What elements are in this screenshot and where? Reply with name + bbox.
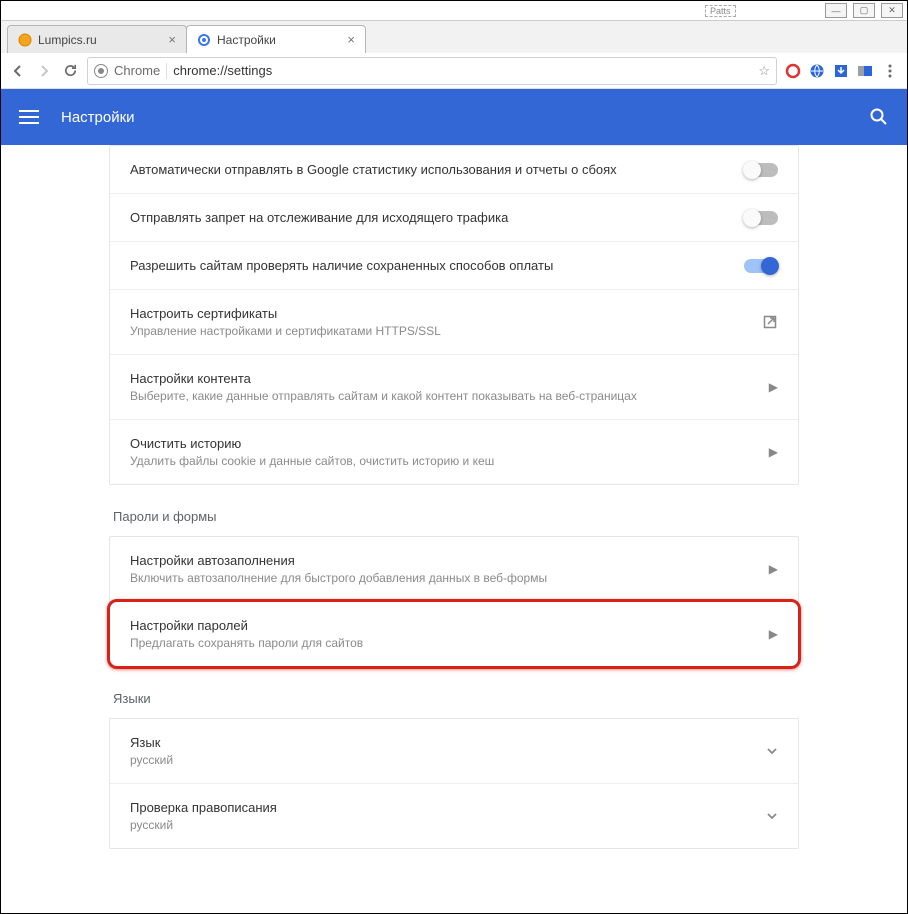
row-title: Настроить сертификаты: [130, 306, 762, 321]
hamburger-menu-icon[interactable]: [19, 110, 39, 124]
close-window-button[interactable]: ✕: [881, 3, 903, 18]
tab-label: Lumpics.ru: [38, 33, 97, 47]
gear-favicon: [197, 33, 211, 47]
omnibox-separator: [166, 63, 167, 79]
row-clear-history[interactable]: Очистить историю Удалить файлы cookie и …: [110, 420, 798, 484]
row-title: Автоматически отправлять в Google статис…: [130, 162, 744, 177]
chevron-right-icon: ▶: [769, 445, 778, 459]
chevron-down-icon: [766, 810, 778, 822]
row-subtitle: русский: [130, 818, 766, 832]
extension-translate-icon[interactable]: [857, 63, 873, 79]
row-autofill[interactable]: Настройки автозаполнения Включить автоза…: [110, 537, 798, 602]
orange-favicon: [18, 33, 32, 47]
section-passwords: Пароли и формы: [113, 509, 799, 524]
os-titlebar: Patts — ▢ ✕: [1, 1, 907, 21]
row-certificates[interactable]: Настроить сертификаты Управление настрой…: [110, 290, 798, 355]
row-title: Язык: [130, 735, 766, 750]
passwords-card: Настройки автозаполнения Включить автоза…: [109, 536, 799, 667]
tab-lumpics[interactable]: Lumpics.ru ×: [7, 25, 187, 53]
toggle-switch[interactable]: [744, 259, 778, 273]
row-subtitle: Включить автозаполнение для быстрого доб…: [130, 571, 769, 585]
toggle-switch[interactable]: [744, 163, 778, 177]
chevron-right-icon: ▶: [769, 380, 778, 394]
reload-button[interactable]: [61, 62, 79, 80]
minimize-button[interactable]: —: [825, 3, 847, 18]
extension-download-icon[interactable]: [833, 63, 849, 79]
privacy-card: Автоматически отправлять в Google статис…: [109, 145, 799, 485]
row-subtitle: Предлагать сохранять пароли для сайтов: [130, 636, 769, 650]
row-usage-stats[interactable]: Автоматически отправлять в Google статис…: [110, 146, 798, 194]
chevron-right-icon: ▶: [769, 562, 778, 576]
chevron-down-icon: [766, 745, 778, 757]
row-title: Проверка правописания: [130, 800, 766, 815]
browser-window: Patts — ▢ ✕ Lumpics.ru × Настройки ×: [0, 0, 908, 914]
tab-strip: Lumpics.ru × Настройки ×: [1, 21, 907, 53]
row-title: Настройки контента: [130, 371, 769, 386]
settings-scroll[interactable]: Автоматически отправлять в Google статис…: [1, 145, 907, 913]
languages-card: Язык русский Проверка правописания русск…: [109, 718, 799, 849]
row-title: Очистить историю: [130, 436, 769, 451]
chevron-right-icon: ▶: [769, 627, 778, 641]
external-link-icon: [762, 314, 778, 330]
back-button[interactable]: [9, 62, 27, 80]
row-password-settings[interactable]: Настройки паролей Предлагать сохранять п…: [110, 602, 798, 666]
row-payment-check[interactable]: Разрешить сайтам проверять наличие сохра…: [110, 242, 798, 290]
row-title: Отправлять запрет на отслеживание для ис…: [130, 210, 744, 225]
omnibox-origin: Chrome: [114, 63, 160, 78]
toolbar: Chrome chrome://settings ☆: [1, 53, 907, 89]
settings-header: Настройки: [1, 89, 907, 145]
toggle-switch[interactable]: [744, 211, 778, 225]
search-icon[interactable]: [869, 107, 889, 127]
close-tab-icon[interactable]: ×: [168, 32, 176, 47]
row-subtitle: Удалить файлы cookie и данные сайтов, оч…: [130, 454, 769, 468]
row-content-settings[interactable]: Настройки контента Выберите, какие данны…: [110, 355, 798, 420]
row-title: Настройки паролей: [130, 618, 769, 633]
titlebar-hint: Patts: [705, 5, 736, 17]
extension-globe-icon[interactable]: [809, 63, 825, 79]
row-subtitle: русский: [130, 753, 766, 767]
page-title: Настройки: [61, 109, 135, 126]
row-subtitle: Управление настройками и сертификатами H…: [130, 324, 762, 338]
maximize-button[interactable]: ▢: [853, 3, 875, 18]
address-bar[interactable]: Chrome chrome://settings ☆: [87, 57, 777, 85]
row-title: Настройки автозаполнения: [130, 553, 769, 568]
omnibox-url: chrome://settings: [173, 63, 752, 78]
settings-content: Автоматически отправлять в Google статис…: [109, 145, 799, 913]
forward-button: [35, 62, 53, 80]
row-language[interactable]: Язык русский: [110, 719, 798, 784]
extension-opera-icon[interactable]: [785, 63, 801, 79]
chrome-icon: [94, 64, 108, 78]
close-tab-icon[interactable]: ×: [347, 32, 355, 47]
section-languages: Языки: [113, 691, 799, 706]
bookmark-star-icon[interactable]: ☆: [758, 63, 770, 79]
tab-settings[interactable]: Настройки ×: [186, 25, 366, 53]
tab-label: Настройки: [217, 33, 276, 47]
highlight-box: Настройки паролей Предлагать сохранять п…: [107, 599, 801, 669]
row-subtitle: Выберите, какие данные отправлять сайтам…: [130, 389, 769, 403]
row-spellcheck[interactable]: Проверка правописания русский: [110, 784, 798, 848]
row-title: Разрешить сайтам проверять наличие сохра…: [130, 258, 744, 273]
row-do-not-track[interactable]: Отправлять запрет на отслеживание для ис…: [110, 194, 798, 242]
menu-button[interactable]: [881, 62, 899, 80]
page: Настройки Автоматически отправлять в Goo…: [1, 89, 907, 913]
